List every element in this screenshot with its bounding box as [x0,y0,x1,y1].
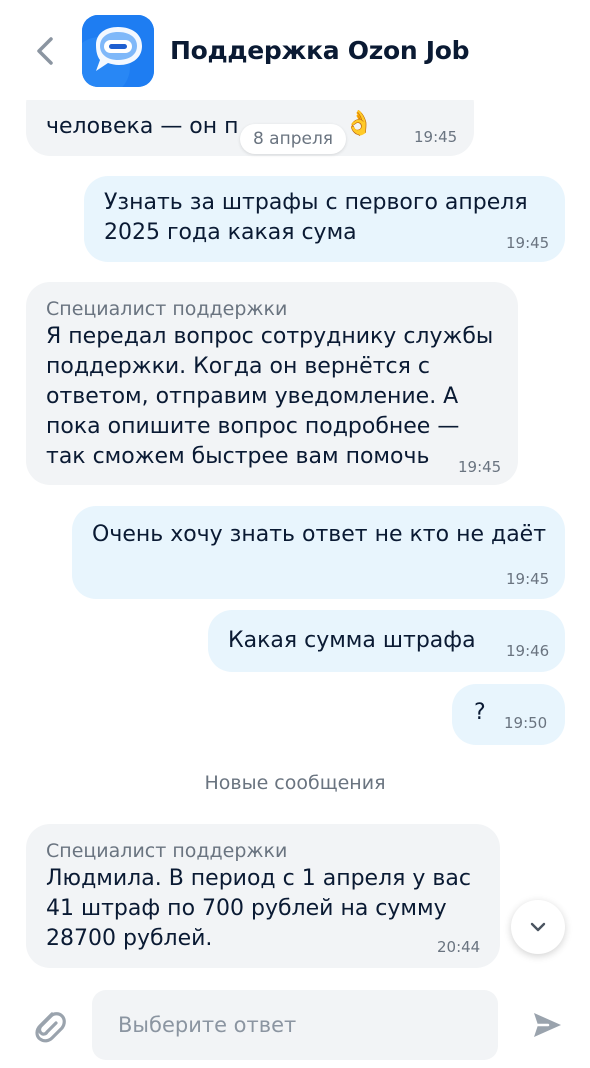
chevron-left-icon [37,37,53,65]
chat-header: Поддержка Ozon Job [0,0,590,100]
message-text: человека — он п [46,114,239,139]
message-bubble-incoming: Специалист поддержки Я передал вопрос со… [26,282,518,485]
message-bubble-outgoing: Узнать за штрафы с первого апреля 2025 г… [84,176,565,262]
message-time: 20:44 [437,938,481,956]
paperclip-icon [35,1012,66,1043]
chat-title: Поддержка Ozon Job [170,36,470,65]
message-text: Очень хочу знать ответ не кто не даёт [92,522,547,547]
chevron-down-icon [530,922,546,932]
new-messages-divider: Новые сообщения [204,772,386,794]
message-time: 19:50 [504,714,548,732]
message-list[interactable]: человека — он п 👌 19:45 8 апреля Узнать … [0,100,590,980]
message-time: 19:45 [506,570,550,588]
message-bubble-incoming: Специалист поддержки Людмила. В период с… [26,824,500,968]
message-bubble-outgoing: Какая сумма штрафа 19:46 [208,610,565,672]
send-icon [534,1013,561,1037]
message-text: Узнать за штрафы с первого апреля 2025 г… [104,190,528,245]
scroll-to-bottom-button[interactable] [511,900,565,954]
sender-name: Специалист поддержки [46,840,288,862]
message-text: ? [474,700,486,725]
message-text: Я передал вопрос сотруднику службы подде… [46,324,494,469]
message-bubble-outgoing: Очень хочу знать ответ не кто не даёт 19… [72,506,565,599]
chat-screen: Поддержка Ozon Job человека — он п 👌 19:… [0,0,590,1068]
reply-input[interactable]: Выберите ответ [92,990,498,1060]
date-separator: 8 апреля [240,124,346,154]
chat-bubble-logo-icon[interactable] [82,15,154,87]
message-time: 19:46 [506,642,550,660]
message-time: 19:45 [506,234,550,252]
message-time: 19:45 [458,458,502,476]
message-text: Людмила. В период с 1 апреля у вас 41 шт… [46,866,471,951]
sender-name: Специалист поддержки [46,298,288,320]
input-bar: Выберите ответ [0,980,590,1068]
message-time: 19:45 [414,128,458,146]
send-button[interactable] [530,1008,564,1042]
message-bubble-outgoing: ? 19:50 [452,684,565,745]
attach-button[interactable] [30,1004,66,1044]
back-button[interactable] [30,34,60,68]
message-text: Какая сумма штрафа [228,628,476,653]
ok-hand-emoji: 👌 [344,109,374,137]
